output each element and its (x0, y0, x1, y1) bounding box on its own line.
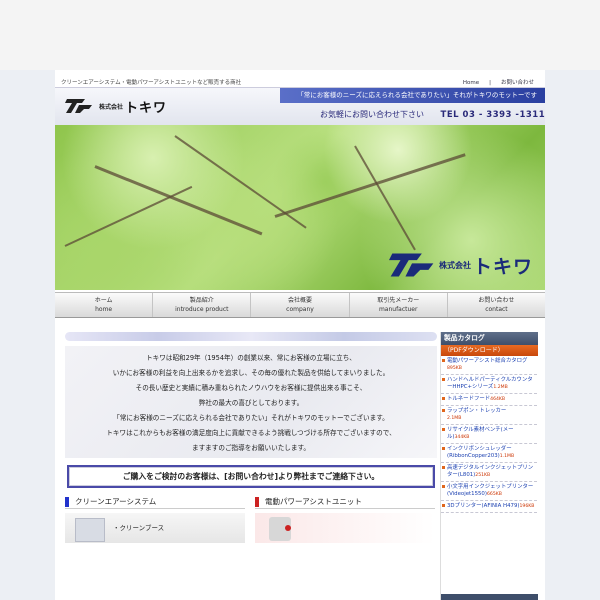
contact-prompt: お気軽にお問い合わせ下さい (320, 110, 424, 119)
tree-branch (94, 165, 263, 236)
intro-line: トキワは昭和29年（1954年）の創業以来、常にお客様の立場に立ち、 (146, 354, 356, 362)
nav-label-en: company (286, 306, 314, 313)
nav-label-ja: 製品紹介 (189, 297, 214, 304)
file-size: 196KB (519, 504, 535, 509)
intro-line: ますますのご指導をお願いいたします。 (191, 444, 311, 452)
catalog-sidebar: 製品カタログ （PDFダウンロード） 電動パワーアシスト総合カタログ 895KB … (440, 332, 538, 600)
file-size: 344KB (454, 435, 470, 440)
logo-company-type: 株式会社 (99, 103, 124, 111)
tokiwa-logo-icon (388, 253, 434, 277)
company-intro: トキワは昭和29年（1954年）の創業以来、常にお客様の立場に立ち、 いかにお客… (65, 346, 437, 458)
catalog-link[interactable]: 3Dプリンター(AFINIA H479)196KB (441, 501, 537, 513)
hero-logo: 株式会社 トキワ (388, 250, 533, 280)
catalog-link[interactable]: ラップポン・トレッカー 2.1MB (441, 406, 537, 425)
file-size: 464KB (490, 397, 506, 402)
site-logo[interactable]: 株式会社 トキワ (65, 94, 167, 118)
catalog-link[interactable]: リサイクル素材ベンチ(メール)344KB (441, 425, 537, 444)
site-tagline: クリーンエアーシステム・電動パワーアシストユニットなど販売する商社 (61, 80, 242, 86)
top-link-contact[interactable]: お問い合わせ (496, 80, 539, 86)
nav-label-en: manufactuer (378, 306, 418, 313)
top-links: Home | お問い合わせ (458, 78, 539, 86)
intro-line: いかにお客様の利益を向上出来るかを追求し、その毎の優れた製品を供給してまいりまし… (112, 369, 390, 377)
nav-item-manufacturers[interactable]: 取引先メーカー manufactuer (350, 293, 448, 317)
hero-logo-company-name: トキワ (472, 255, 533, 278)
catalog-link-label: 電動パワーアシスト総合カタログ (447, 358, 528, 364)
file-size: 1.2MB (493, 385, 508, 390)
tokiwa-logo-icon (65, 99, 92, 113)
category-clean-air[interactable]: クリーンエアーシステム (65, 495, 245, 509)
top-link-home[interactable]: Home (458, 80, 484, 86)
outer-background (0, 0, 600, 58)
side-margin-left (0, 70, 55, 600)
pdf-download-label: （PDFダウンロード） (441, 345, 538, 356)
contact-line: お気軽にお問い合わせ下さい TEL 03 - 3393 -1311 (320, 109, 545, 120)
file-size: 2.1MB (447, 416, 462, 421)
main-nav: ホーム home 製品紹介 introduce product 会社概要 com… (55, 292, 545, 318)
catalog-link[interactable]: インクリボンシュレッダー(RibbonCopper203)1.1MB (441, 444, 537, 463)
slogan-banner: 「常にお客様のニーズに応えられる会社でありたい」それがトキワのモットーです (280, 88, 545, 103)
file-size: 665KB (486, 492, 502, 497)
power-assist-thumbnail[interactable] (255, 513, 435, 543)
intro-line: 弊社の最大の喜びとしております。 (198, 399, 304, 407)
tree-branch (174, 135, 307, 229)
nav-label-ja: 会社概要 (288, 297, 313, 304)
nav-label-ja: お問い合わせ (478, 297, 515, 304)
sidebar-footer-bar (441, 594, 538, 600)
catalog-link-label: ラップポン・トレッカー (447, 408, 507, 414)
file-size: 251KB (475, 473, 491, 478)
side-margin-right (545, 70, 600, 600)
divider: | (489, 80, 491, 86)
nav-label-en: introduce product (175, 306, 229, 313)
catalog-link[interactable]: 電動パワーアシスト総合カタログ 895KB (441, 356, 537, 375)
power-tool-accent (285, 525, 291, 531)
main-content: トキワは昭和29年（1954年）の創業以来、常にお客様の立場に立ち、 いかにお客… (65, 332, 437, 600)
catalog-link[interactable]: 高速デジタルインクジェットプリンター(L801)251KB (441, 463, 537, 482)
nav-label-ja: 取引先メーカー (377, 297, 420, 304)
nav-label-en: home (95, 306, 113, 313)
page: クリーンエアーシステム・電動パワーアシストユニットなど販売する商社 Home | お… (0, 0, 600, 600)
intro-line: その長い歴史と実績に積み重ねられたノウハウをお客様に提供出来る事こそ、 (135, 384, 367, 392)
catalog-link-label: ハンドヘルドパーティクルカウンターHHPC+シリーズ (447, 377, 533, 390)
decorative-ribbon (65, 332, 437, 341)
file-size: 895KB (447, 366, 462, 371)
tree-branch (64, 185, 193, 247)
purchase-notice: ご購入をご検討のお客様は、[お問い合わせ]より弊社までご連絡下さい。 (67, 465, 435, 488)
catalog-link[interactable]: ハンドヘルドパーティクルカウンターHHPC+シリーズ1.2MB (441, 375, 537, 394)
header: 株式会社 トキワ 「常にお客様のニーズに応えられる会社でありたい」それがトキワの… (55, 87, 545, 125)
site-frame: クリーンエアーシステム・電動パワーアシストユニットなど販売する商社 Home | お… (55, 70, 545, 600)
catalog-link[interactable]: 小文字用インクジェットプリンター(Videojet1550)665KB (441, 482, 537, 501)
hero-image-foliage: 株式会社 トキワ (55, 125, 545, 290)
top-bar: クリーンエアーシステム・電動パワーアシストユニットなど販売する商社 Home | お… (55, 75, 545, 87)
logo-company-name: トキワ (125, 100, 168, 116)
tree-branch (274, 153, 466, 218)
category-power-assist[interactable]: 電動パワーアシストユニット (255, 495, 435, 509)
intro-line: トキワはこれからもお客様の満足度向上に貢献できるよう挑戦しつづける所存でございま… (106, 429, 396, 437)
catalog-title: 製品カタログ (441, 332, 538, 345)
nav-item-products[interactable]: 製品紹介 introduce product (153, 293, 252, 317)
clean-booth-thumbnail[interactable]: ・クリーンブース (65, 513, 245, 543)
clean-booth-image (75, 518, 105, 542)
catalog-link-label: 3Dプリンター(AFINIA H479) (447, 503, 520, 509)
nav-label-ja: ホーム (94, 297, 113, 304)
tree-branch (354, 145, 416, 251)
nav-label-en: contact (485, 306, 508, 313)
catalog-link-label: トルネードフード (447, 396, 491, 402)
nav-item-contact[interactable]: お問い合わせ contact (448, 293, 545, 317)
nav-item-home[interactable]: ホーム home (55, 293, 154, 317)
nav-item-company[interactable]: 会社概要 company (251, 293, 350, 317)
intro-line: 「常にお客様のニーズに応えられる会社でありたい」それがトキワのモットーでございま… (113, 414, 389, 422)
file-size: 1.1MB (499, 454, 515, 459)
clean-booth-label: ・クリーンブース (113, 524, 165, 532)
phone-number: TEL 03 - 3393 -1311 (440, 110, 545, 120)
hero-logo-company-type: 株式会社 (438, 260, 471, 270)
catalog-link[interactable]: トルネードフード464KB (441, 394, 537, 406)
